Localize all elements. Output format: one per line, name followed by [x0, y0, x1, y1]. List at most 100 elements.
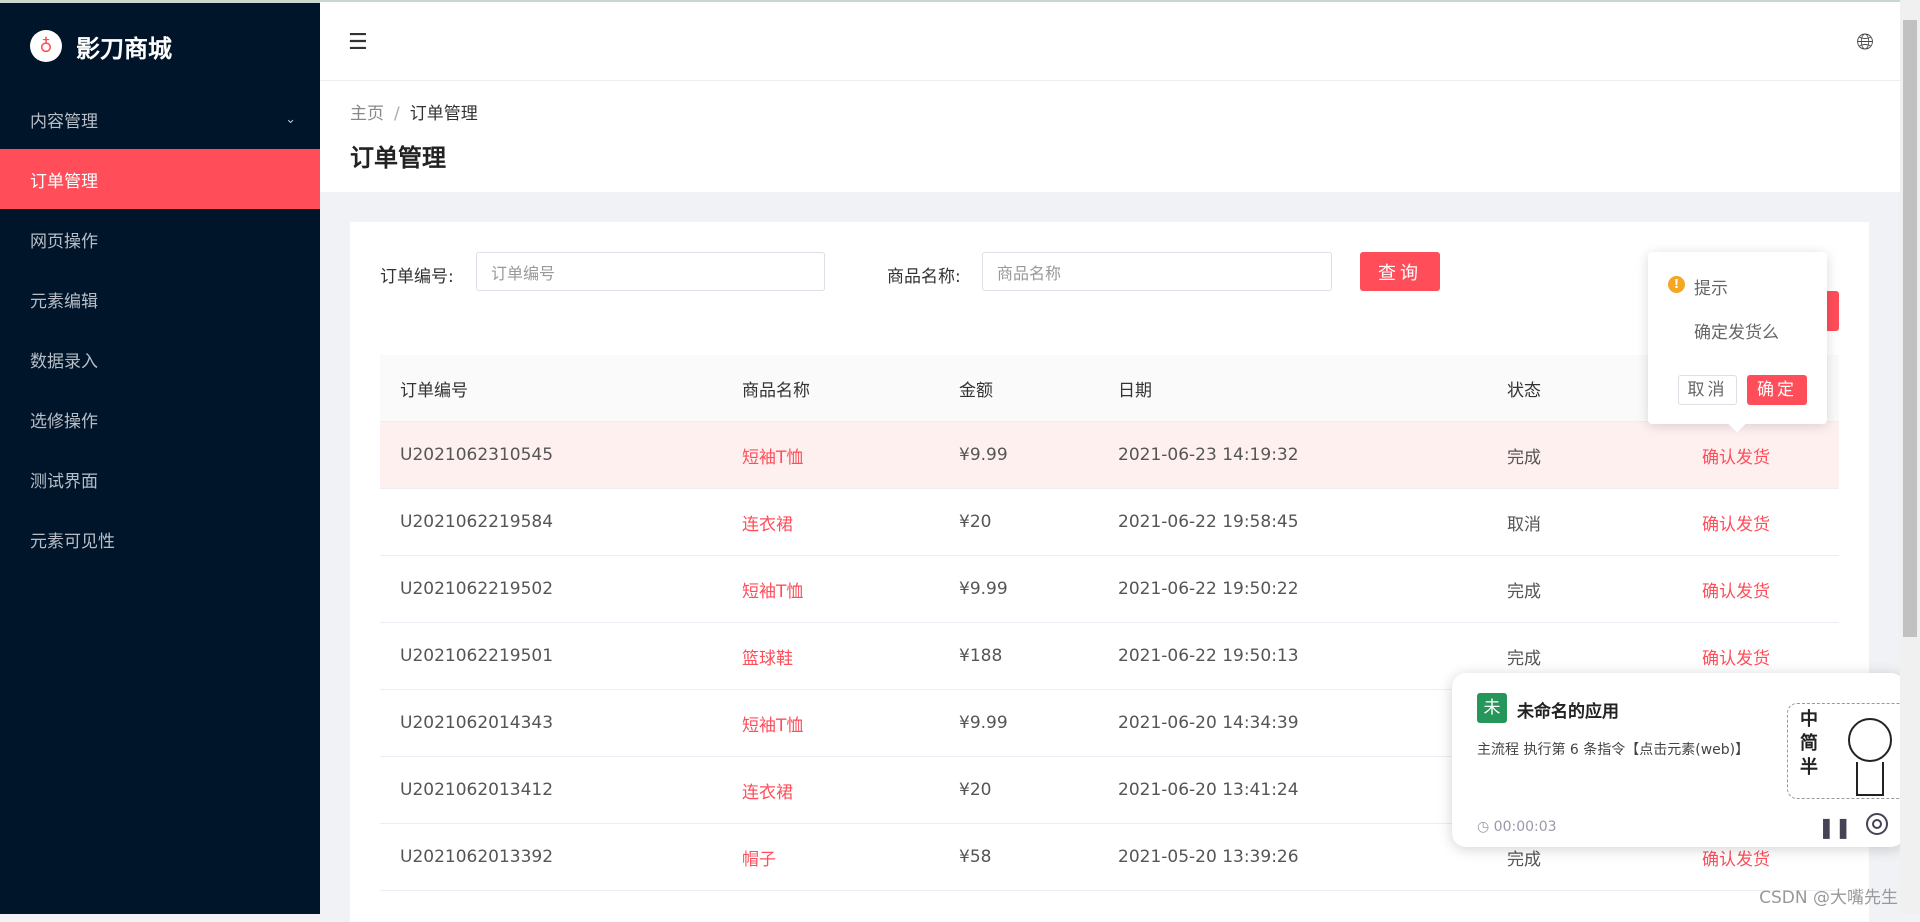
amount-cell: ¥9.99 [959, 445, 1008, 465]
order-id-cell: U2021062013392 [400, 847, 554, 867]
sidebar-item-elective[interactable]: 选修操作 [0, 389, 320, 449]
query-button[interactable]: 查询 [1360, 252, 1440, 291]
warning-icon: ! [1668, 276, 1685, 293]
table-row: U2021062310545 短袖T恤 ¥9.99 2021-06-23 14:19:… [380, 422, 1839, 489]
confirm-shipment-link[interactable]: 确认发货 [1702, 510, 1770, 535]
sidebar-item-test[interactable]: 测试界面 [0, 449, 320, 509]
product-name-input[interactable]: 商品名称 [982, 252, 1332, 291]
order-number-label: 订单编号: [380, 267, 454, 287]
page-title: 订单管理 [350, 144, 446, 172]
sidebar-item-visibility[interactable]: 元素可见性 [0, 509, 320, 569]
product-cell[interactable]: 短袖T恤 [742, 577, 803, 602]
confirm-shipment-link[interactable]: 确认发货 [1702, 577, 1770, 602]
sticker-body [1856, 762, 1884, 796]
header-status: 状态 [1507, 380, 1541, 401]
sidebar-item-element-edit[interactable]: 元素编辑 [0, 269, 320, 329]
product-cell[interactable]: 帽子 [742, 845, 776, 870]
sidebar-item-data-entry[interactable]: 数据录入 [0, 329, 320, 389]
date-cell: 2021-06-20 13:41:24 [1118, 780, 1299, 800]
breadcrumb-home[interactable]: 主页 [350, 104, 384, 124]
product-cell[interactable]: 篮球鞋 [742, 644, 793, 669]
sticker-face [1848, 718, 1892, 762]
date-cell: 2021-06-20 14:34:39 [1118, 713, 1299, 733]
sidebar-item-label: 元素编辑 [30, 291, 98, 312]
order-id-cell: U2021062219501 [400, 646, 554, 666]
header-product: 商品名称 [742, 380, 810, 401]
order-id-cell: U2021062219584 [400, 512, 554, 532]
cancel-button[interactable]: 取消 [1678, 375, 1737, 405]
confirm-button[interactable]: 确定 [1747, 375, 1807, 405]
sidebar-item-label: 内容管理 [30, 111, 98, 132]
order-number-input[interactable]: 订单编号 [476, 252, 825, 291]
order-id-cell: U2021062310545 [400, 445, 554, 465]
status-cell: 完成 [1507, 447, 1541, 468]
automation-panel: 未 未命名的应用 主流程 执行第 6 条指令【点击元素(web)】 ◷ 00:0… [1452, 673, 1909, 847]
order-id-cell: U2021062219502 [400, 579, 554, 599]
product-cell[interactable]: 连衣裙 [742, 778, 793, 803]
order-id-cell: U2021062013412 [400, 780, 554, 800]
brand-name: 影刀商城 [76, 34, 172, 63]
amount-cell: ¥58 [959, 847, 992, 867]
product-name-label: 商品名称: [887, 267, 961, 287]
date-cell: 2021-05-20 13:39:26 [1118, 847, 1299, 867]
status-cell: 完成 [1507, 581, 1541, 602]
app-name: 未命名的应用 [1517, 702, 1619, 722]
stop-icon[interactable] [1866, 813, 1888, 835]
sidebar-item-label: 订单管理 [30, 171, 98, 192]
table-row: U2021062219502 短袖T恤 ¥9.99 2021-06-22 19:50:… [380, 556, 1839, 623]
popover-title: 提示 [1694, 279, 1728, 299]
date-cell: 2021-06-22 19:50:13 [1118, 646, 1299, 666]
sticker-image: 中简半 [1787, 703, 1909, 799]
table-header: 订单编号 商品名称 金额 日期 状态 [380, 355, 1839, 422]
breadcrumb: 主页 / 订单管理 [350, 99, 478, 124]
pause-icon[interactable]: ❚❚ [1818, 815, 1852, 839]
watermark: CSDN @大嘴先生 [1759, 888, 1898, 908]
confirm-shipment-link[interactable]: 确认发货 [1702, 443, 1770, 468]
run-timer: ◷ 00:00:03 [1477, 819, 1557, 835]
amount-cell: ¥20 [959, 512, 992, 532]
page-header: 主页 / 订单管理 订单管理 [320, 81, 1900, 192]
header-amount: 金额 [959, 380, 993, 401]
amount-cell: ¥188 [959, 646, 1003, 666]
date-cell: 2021-06-23 14:19:32 [1118, 445, 1299, 465]
breadcrumb-separator: / [394, 104, 400, 124]
page-scrollbar[interactable] [1900, 0, 1920, 914]
product-cell[interactable]: 连衣裙 [742, 510, 793, 535]
sidebar-item-content[interactable]: 内容管理 ⌄ [0, 89, 320, 149]
amount-cell: ¥9.99 [959, 579, 1008, 599]
header-date: 日期 [1118, 380, 1152, 401]
product-cell[interactable]: 短袖T恤 [742, 711, 803, 736]
confirm-shipment-link[interactable]: 确认发货 [1702, 845, 1770, 870]
run-status: 主流程 执行第 6 条指令【点击元素(web)】 [1477, 742, 1750, 758]
confirm-shipment-link[interactable]: 确认发货 [1702, 644, 1770, 669]
app-avatar: 未 [1477, 693, 1507, 723]
status-cell: 取消 [1507, 514, 1541, 535]
sidebar-item-web[interactable]: 网页操作 [0, 209, 320, 269]
globe-icon[interactable]: 🌐︎ [1856, 30, 1874, 55]
sidebar-item-label: 数据录入 [30, 351, 98, 372]
sidebar-item-label: 元素可见性 [30, 531, 115, 552]
sidebar-item-label: 网页操作 [30, 231, 98, 252]
sidebar: ♁ 影刀商城 内容管理 ⌄ 订单管理 网页操作 元素编辑 数据录入 选修操作 测试… [0, 0, 320, 914]
menu-fold-icon[interactable]: ☰ [348, 30, 368, 55]
status-cell: 完成 [1507, 648, 1541, 669]
sticker-text: 中简半 [1800, 709, 1818, 778]
chevron-down-icon: ⌄ [285, 111, 296, 127]
amount-cell: ¥20 [959, 780, 992, 800]
order-id-cell: U2021062014343 [400, 713, 554, 733]
table-row: U2021062219584 连衣裙 ¥20 2021-06-22 19:58:45 取… [380, 489, 1839, 556]
sidebar-item-label: 测试界面 [30, 471, 98, 492]
date-cell: 2021-06-22 19:50:22 [1118, 579, 1299, 599]
confirm-popover: ! 提示 确定发货么 取消 确定 [1648, 252, 1827, 433]
timer-value: 00:00:03 [1493, 819, 1557, 835]
sidebar-item-label: 选修操作 [30, 411, 98, 432]
knife-logo-icon: ♁ [30, 30, 62, 62]
product-cell[interactable]: 短袖T恤 [742, 443, 803, 468]
top-header: ☰ 🌐︎ [320, 0, 1900, 81]
scrollbar-thumb[interactable] [1903, 20, 1917, 637]
sidebar-item-orders[interactable]: 订单管理 [0, 149, 320, 209]
popover-message: 确定发货么 [1694, 323, 1779, 343]
status-cell: 完成 [1507, 849, 1541, 870]
brand[interactable]: ♁ 影刀商城 [0, 3, 320, 89]
date-cell: 2021-06-22 19:58:45 [1118, 512, 1299, 532]
